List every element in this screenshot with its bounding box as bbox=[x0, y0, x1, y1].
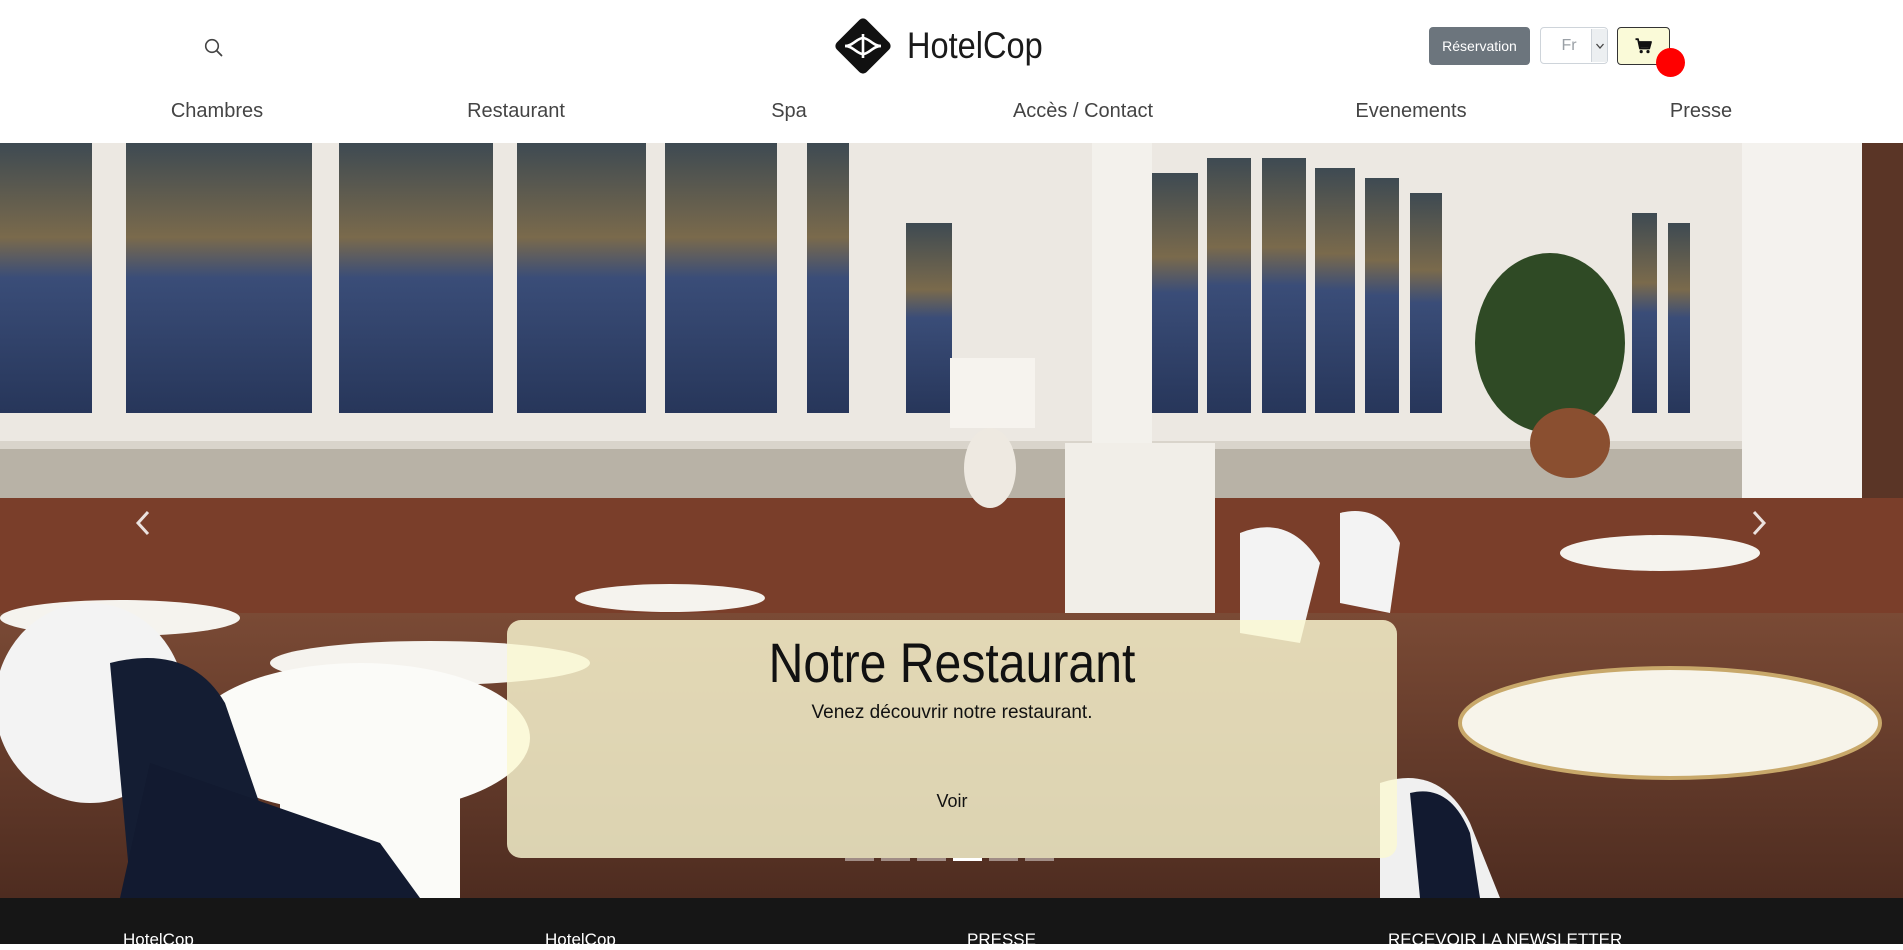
carousel-indicator[interactable] bbox=[917, 858, 946, 861]
nav-item-chambres[interactable]: Chambres bbox=[171, 100, 263, 123]
nav-item-evenements[interactable]: Evenements bbox=[1355, 100, 1466, 123]
site-header: HotelCop Réservation Fr 2 Chambres Resta… bbox=[0, 0, 1903, 143]
chevron-down-icon bbox=[1591, 29, 1607, 62]
hero-carousel: Notre Restaurant Venez découvrir notre r… bbox=[0, 143, 1903, 898]
cart-icon bbox=[1635, 38, 1652, 54]
language-select[interactable]: Fr bbox=[1540, 27, 1608, 64]
nav-item-spa[interactable]: Spa bbox=[771, 100, 807, 123]
nav-item-restaurant[interactable]: Restaurant bbox=[467, 100, 565, 123]
brand-name: HotelCop bbox=[907, 25, 1043, 66]
chevron-left-icon[interactable] bbox=[128, 503, 158, 543]
reservation-button[interactable]: Réservation bbox=[1429, 27, 1530, 65]
carousel-indicators bbox=[845, 858, 1054, 862]
site-footer: HotelCop HotelCop PRESSE RECEVOIR LA NEW… bbox=[0, 898, 1903, 949]
footer-heading-hotelcop: HotelCop bbox=[123, 930, 194, 949]
slide-title: Notre Restaurant bbox=[768, 631, 1136, 694]
cart-count-badge: 2 bbox=[1656, 48, 1685, 77]
logo-mark-icon bbox=[835, 18, 891, 74]
carousel-indicator[interactable] bbox=[881, 858, 910, 861]
language-select-value: Fr bbox=[1561, 36, 1577, 54]
footer-heading-hotelcop-2: HotelCop bbox=[545, 930, 616, 949]
footer-heading-newsletter: RECEVOIR LA NEWSLETTER bbox=[1388, 930, 1623, 949]
search-icon[interactable] bbox=[203, 37, 225, 59]
carousel-indicator[interactable] bbox=[1025, 858, 1054, 861]
carousel-indicator[interactable] bbox=[845, 858, 874, 861]
main-nav: Chambres Restaurant Spa Accès / Contact … bbox=[0, 100, 1903, 134]
nav-item-acces-contact[interactable]: Accès / Contact bbox=[1013, 100, 1153, 123]
slide-subtitle: Venez découvrir notre restaurant. bbox=[811, 702, 1093, 723]
slide-view-button[interactable]: Voir bbox=[907, 782, 997, 820]
chevron-right-icon[interactable] bbox=[1744, 503, 1774, 543]
nav-item-presse[interactable]: Presse bbox=[1670, 100, 1732, 123]
footer-heading-presse: PRESSE bbox=[967, 930, 1036, 949]
slide-caption: Notre Restaurant Venez découvrir notre r… bbox=[507, 620, 1397, 858]
carousel-indicator[interactable] bbox=[989, 858, 1018, 861]
carousel-indicator-active[interactable] bbox=[953, 858, 982, 861]
site-logo[interactable]: HotelCop bbox=[831, 14, 1061, 78]
